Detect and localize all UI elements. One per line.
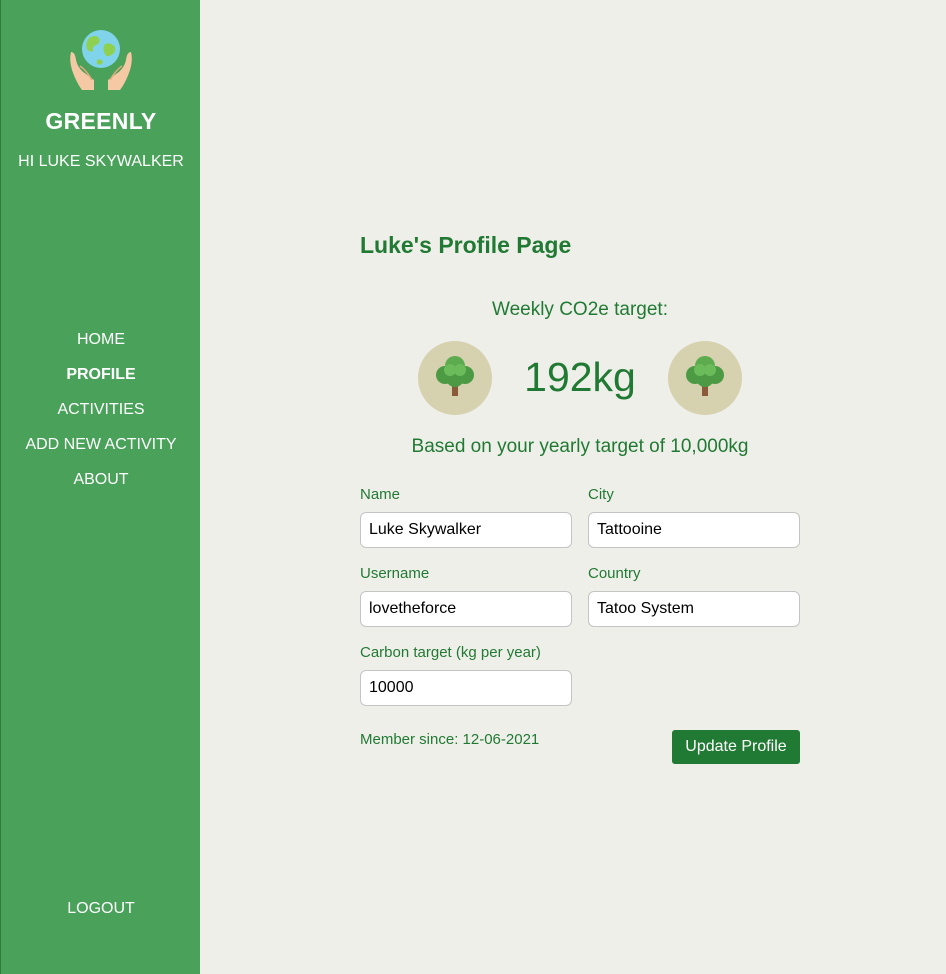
carbon-target-input[interactable] [360, 670, 572, 706]
earth-in-hands-icon [70, 30, 132, 90]
city-label: City [588, 486, 614, 503]
user-greeting: HI LUKE SKYWALKER [18, 153, 184, 170]
tree-icon [686, 356, 724, 396]
logout-link[interactable]: LOGOUT [1, 900, 201, 918]
sidebar-item-about[interactable]: ABOUT [1, 471, 201, 506]
app-root: GREENLY HI LUKE SKYWALKER HOME PROFILE A… [0, 0, 946, 974]
sidebar-item-add-new-activity[interactable]: ADD NEW ACTIVITY [1, 436, 201, 471]
sidebar: GREENLY HI LUKE SKYWALKER HOME PROFILE A… [0, 0, 200, 974]
name-input[interactable] [360, 512, 572, 548]
username-input[interactable] [360, 591, 572, 627]
page-title: Luke's Profile Page [360, 232, 572, 258]
weekly-target-value: 192kg [524, 354, 636, 400]
country-input[interactable] [588, 591, 800, 627]
city-input[interactable] [588, 512, 800, 548]
sidebar-item-profile[interactable]: PROFILE [1, 366, 201, 401]
sidebar-nav: HOME PROFILE ACTIVITIES ADD NEW ACTIVITY… [1, 331, 201, 506]
main-content: Luke's Profile Page Weekly CO2e target: … [200, 0, 946, 974]
tree-badge-right [668, 341, 742, 415]
tree-badge-left [418, 341, 492, 415]
sidebar-item-home[interactable]: HOME [1, 331, 201, 366]
brand-name: GREENLY [45, 108, 157, 134]
member-since-text: Member since: 12-06-2021 [360, 731, 540, 748]
name-label: Name [360, 486, 401, 503]
update-profile-button[interactable]: Update Profile [672, 730, 800, 764]
weekly-target-label: Weekly CO2e target: [491, 299, 668, 320]
carbon-target-label: Carbon target (kg per year) [360, 644, 541, 661]
yearly-target-note: Based on your yearly target of 10,000kg [411, 436, 749, 457]
tree-icon [436, 356, 474, 396]
sidebar-item-activities[interactable]: ACTIVITIES [1, 401, 201, 436]
country-label: Country [588, 565, 641, 582]
username-label: Username [360, 565, 430, 582]
